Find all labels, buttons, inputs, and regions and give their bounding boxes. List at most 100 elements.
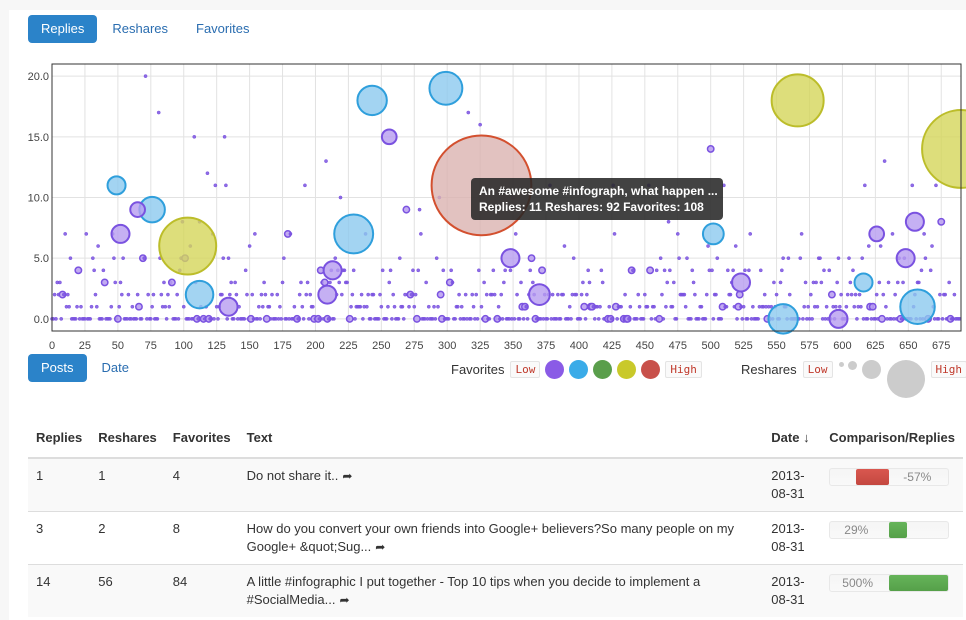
tab-date[interactable]: Date (89, 354, 142, 382)
data-point (849, 292, 854, 297)
share-icon[interactable]: ➦ (342, 469, 352, 483)
data-point (580, 302, 589, 311)
data-point (517, 317, 522, 321)
data-point (893, 292, 897, 297)
legend-low-tag: Low (802, 361, 833, 378)
data-point (527, 254, 536, 263)
data-point (176, 317, 181, 321)
table-row[interactable]: 3 2 8 How do you convert your own friends i… (28, 511, 963, 565)
data-point (569, 317, 573, 321)
cell-favorites: 84 (164, 564, 239, 617)
data-point (901, 280, 905, 285)
data-point (167, 304, 172, 309)
data-point (478, 122, 483, 127)
cell-reshares: 56 (90, 564, 165, 617)
col-replies[interactable]: Replies (28, 418, 91, 459)
data-point (94, 304, 99, 309)
share-icon[interactable]: ➦ (375, 540, 385, 554)
data-point (600, 280, 605, 285)
data-point (117, 304, 122, 309)
data-point (134, 317, 139, 321)
cell-text: Do not share it.. ➦ (238, 457, 764, 512)
legend-color-dot (593, 360, 613, 379)
data-point (558, 317, 563, 321)
table-row[interactable]: 1 1 4 Do not share it.. ➦ 2013- 08-31 -57% (28, 457, 963, 512)
chart-tooltip: An #awesome #infograph, what happen ... … (471, 178, 723, 220)
data-point (567, 304, 572, 309)
data-point (270, 292, 274, 297)
data-point (855, 317, 859, 321)
data-point (278, 304, 282, 309)
data-point (561, 292, 565, 297)
bubble (868, 225, 886, 243)
x-tick-label: 425 (603, 340, 621, 352)
col-reshares[interactable]: Reshares (90, 418, 165, 459)
data-point (525, 317, 530, 321)
data-point (845, 292, 850, 297)
bubble (767, 303, 799, 335)
data-point (947, 280, 951, 285)
data-point (607, 304, 612, 309)
data-point (844, 304, 849, 309)
bubble (428, 70, 464, 106)
data-point (139, 317, 144, 321)
post-date: 2013- 08-31 (771, 521, 805, 554)
data-point (113, 314, 122, 323)
share-icon[interactable]: ➦ (340, 593, 350, 607)
data-point (342, 268, 347, 273)
x-tick-label: 200 (306, 340, 324, 352)
cell-favorites: 8 (164, 511, 239, 565)
data-point (119, 292, 124, 297)
data-point (463, 292, 468, 297)
cell-comparison: -57% (821, 457, 963, 512)
col-date[interactable]: Date ↓ (763, 418, 822, 459)
data-point (827, 268, 832, 273)
tab-posts[interactable]: Posts (28, 354, 87, 382)
data-point (666, 219, 671, 224)
tab-reshares[interactable]: Reshares (99, 15, 181, 43)
data-point (853, 292, 858, 297)
data-point (574, 292, 579, 297)
data-point (706, 145, 715, 153)
data-point (815, 304, 820, 309)
col-comparison[interactable]: Comparison/Replies (821, 418, 963, 459)
data-point (101, 268, 106, 273)
data-point (689, 317, 693, 321)
data-point (881, 292, 886, 297)
legend-size-dot (838, 362, 844, 367)
table-row[interactable]: 14 56 84 A little #infographic I put togeth… (28, 564, 963, 617)
data-point (562, 244, 567, 248)
data-point (361, 317, 365, 321)
data-point (267, 304, 272, 309)
data-point (339, 292, 344, 297)
data-point (65, 292, 70, 297)
col-text[interactable]: Text (238, 418, 764, 459)
data-point (402, 205, 411, 214)
data-point (426, 304, 431, 309)
data-point (818, 256, 822, 261)
data-point (260, 304, 265, 309)
cell-date: 2013- 08-31 (763, 457, 822, 512)
data-point (474, 292, 479, 297)
data-point (388, 268, 393, 273)
data-point (390, 317, 394, 321)
x-tick-label: 350 (504, 340, 522, 352)
data-point (155, 317, 160, 321)
data-point (337, 280, 342, 285)
tab-replies[interactable]: Replies (28, 15, 98, 43)
data-point (671, 280, 676, 285)
col-favorites[interactable]: Favorites (164, 418, 239, 459)
data-point (943, 292, 948, 297)
data-point (412, 304, 417, 309)
legend-color-dot (569, 360, 589, 379)
data-point (827, 290, 836, 299)
data-point (376, 317, 381, 321)
tab-favorites[interactable]: Favorites (183, 15, 262, 43)
data-point (778, 280, 783, 285)
data-point (212, 317, 216, 321)
data-point (288, 232, 293, 236)
x-tick-label: 75 (145, 340, 157, 352)
data-point (416, 268, 421, 273)
data-point (441, 268, 446, 273)
data-point (910, 183, 915, 188)
